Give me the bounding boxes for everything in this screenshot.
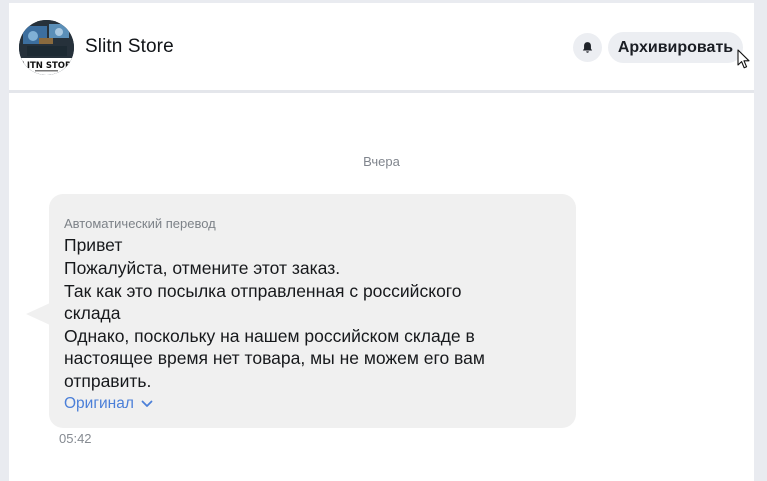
message-bubble: Автоматический перевод Привет Пожалуйста… bbox=[49, 194, 576, 428]
mouse-cursor-icon bbox=[737, 49, 750, 69]
auto-translation-label: Автоматический перевод bbox=[64, 216, 216, 231]
archive-button[interactable]: Архивировать bbox=[608, 32, 743, 63]
message-line: Так как это посылка отправленная с росси… bbox=[64, 281, 462, 301]
bell-icon bbox=[582, 42, 593, 53]
chevron-down-icon bbox=[141, 400, 153, 407]
store-avatar[interactable]: LITN STOR bbox=[19, 20, 74, 75]
message-line: отправить. bbox=[64, 371, 152, 391]
message-line: настоящее время нет товара, мы не можем … bbox=[64, 348, 485, 368]
message-line: Привет bbox=[64, 235, 123, 255]
message-line: Однако, поскольку на нашем российском ск… bbox=[64, 326, 475, 346]
store-logo-image: LITN STOR bbox=[19, 20, 74, 75]
date-separator: Вчера bbox=[363, 154, 400, 169]
show-original-label: Оригинал bbox=[64, 395, 134, 412]
chat-panel: LITN STOR Slitn Store Архивировать Вчера… bbox=[9, 3, 754, 481]
notification-button[interactable] bbox=[573, 33, 602, 62]
message-line: склада bbox=[64, 303, 121, 323]
avatar-logo-text: LITN STOR bbox=[21, 61, 72, 71]
message-timestamp: 05:42 bbox=[59, 431, 92, 446]
store-name[interactable]: Slitn Store bbox=[85, 36, 174, 58]
chat-header: LITN STOR Slitn Store Архивировать bbox=[9, 3, 754, 93]
show-original-link[interactable]: Оригинал bbox=[64, 395, 153, 413]
message-line: Пожалуйста, отмените этот заказ. bbox=[64, 258, 341, 278]
